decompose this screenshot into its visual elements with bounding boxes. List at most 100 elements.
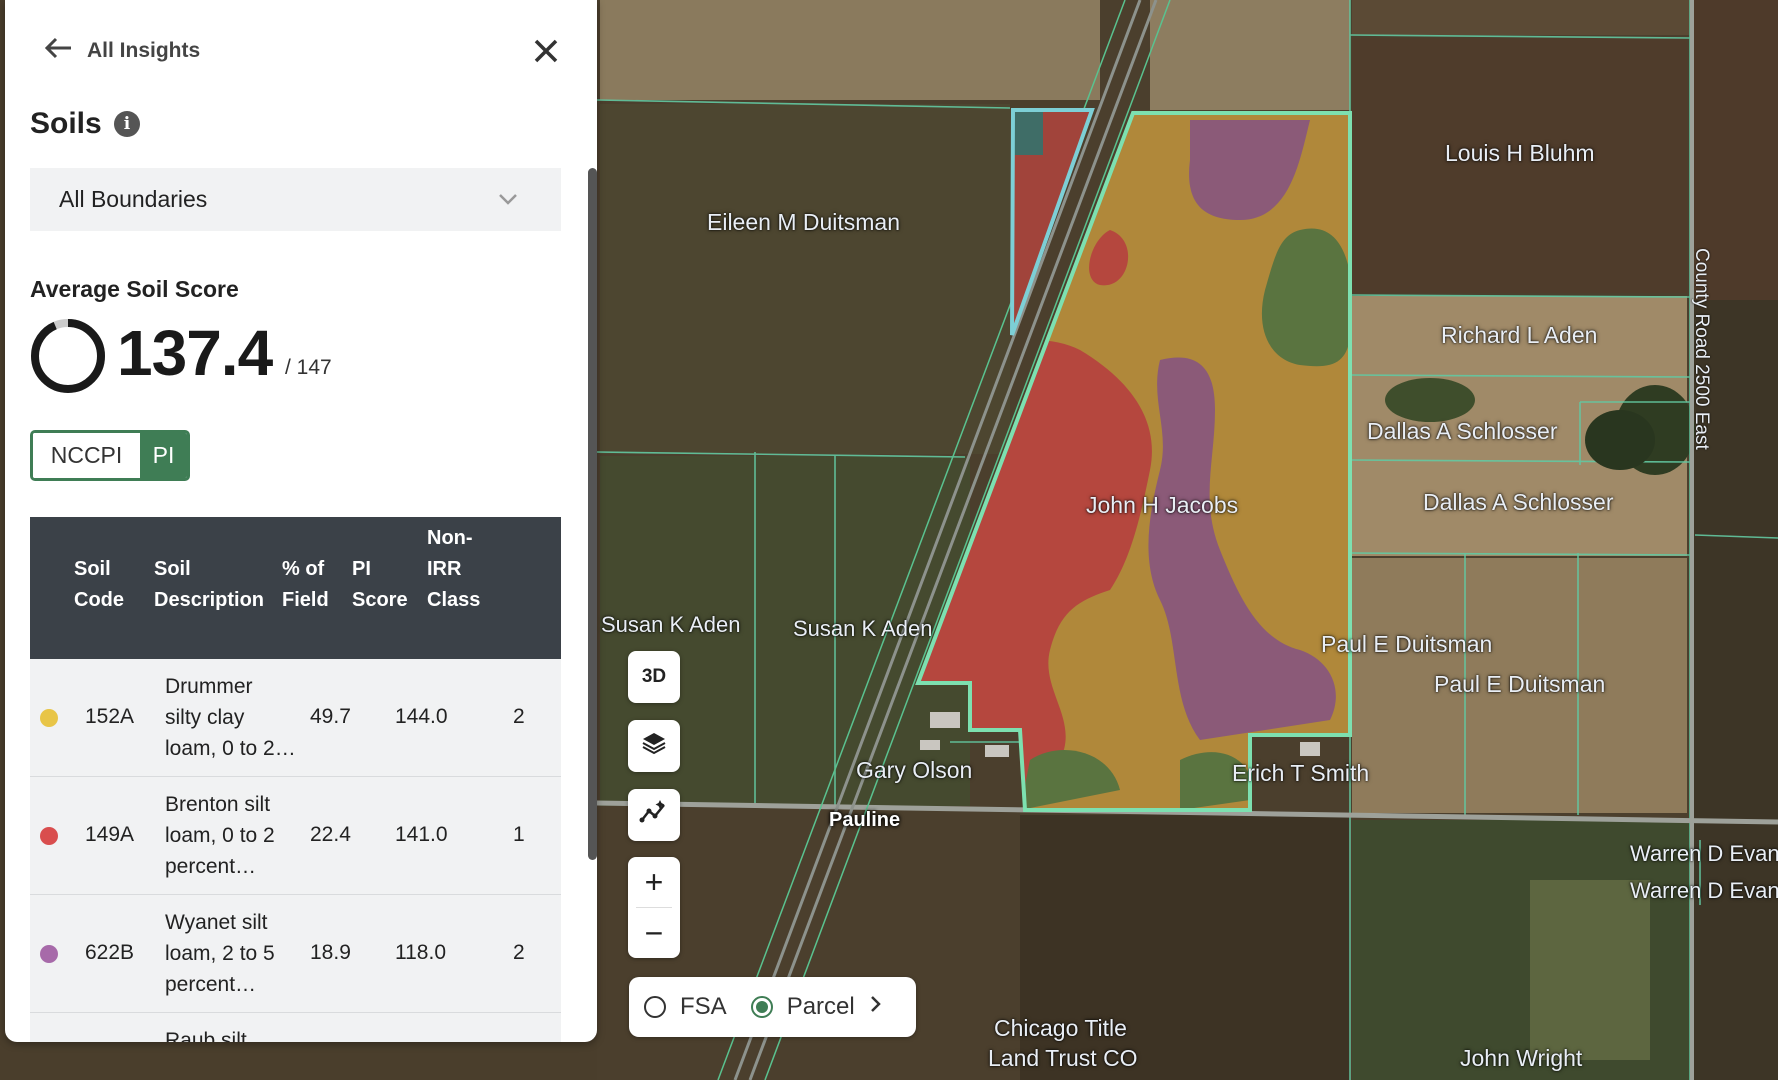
owner-label: Dallas A Schlosser: [1367, 418, 1558, 444]
owner-label: John Wright: [1460, 1045, 1583, 1071]
soil-color-dot: [40, 827, 58, 845]
owner-label: Gary Olson: [856, 757, 973, 783]
fsa-radio[interactable]: [644, 996, 666, 1018]
desc-line: Wyanet silt: [165, 911, 268, 934]
desc-line: Drummer: [165, 675, 253, 698]
soil-code: 622B: [85, 941, 135, 964]
header-line: IRR: [427, 558, 462, 580]
header-line: % of: [282, 558, 325, 580]
insights-panel: All Insights Soils i All Boundaries Aver…: [5, 0, 597, 1042]
zoom-in-button[interactable]: +: [628, 857, 680, 907]
owner-label: Richard L Aden: [1441, 322, 1598, 348]
index-toggle: NCCPI PI: [30, 430, 190, 481]
parcel-label[interactable]: Parcel: [787, 993, 855, 1021]
close-button[interactable]: [533, 38, 559, 69]
owner-label: Dallas A Schlosser: [1423, 489, 1614, 515]
nccpi-option[interactable]: NCCPI: [33, 433, 140, 478]
header-line: Soil: [154, 558, 191, 580]
soil-color-dot: [40, 945, 58, 963]
non-irr-class: 2: [513, 941, 525, 964]
table-row[interactable]: Raub silt: [30, 1013, 561, 1042]
non-irr-class: 1: [513, 823, 525, 846]
pi-score: 141.0: [395, 823, 448, 846]
percent-of-field: 22.4: [310, 823, 351, 846]
zoom-out-button[interactable]: −: [628, 908, 680, 958]
owner-label: Eileen M Duitsman: [707, 209, 901, 235]
close-icon: [533, 39, 559, 68]
boundary-select-value: All Boundaries: [59, 186, 208, 212]
header-pi-score[interactable]: PI Score: [352, 554, 408, 616]
table-row[interactable]: 622B Wyanet silt loam, 2 to 5 percent… 1…: [30, 895, 561, 1013]
non-irr-class: 2: [513, 705, 525, 728]
soil-description: Brenton silt loam, 0 to 2 percent…: [165, 789, 305, 882]
header-line: Soil: [74, 558, 111, 580]
avg-score-value: 137.4: [117, 317, 273, 389]
owner-label: Susan K Aden: [601, 612, 741, 637]
soil-code: 149A: [85, 823, 135, 846]
chevron-right-icon[interactable]: [869, 993, 883, 1021]
sparkle-chart-icon: [639, 798, 669, 832]
arrow-left-icon: [43, 36, 87, 66]
soil-code: 152A: [85, 705, 135, 728]
desc-line: Brenton silt: [165, 793, 271, 816]
analytics-button[interactable]: [628, 789, 680, 841]
fsa-label[interactable]: FSA: [680, 993, 727, 1021]
back-to-insights-link[interactable]: All Insights: [43, 36, 200, 66]
zoom-control: + −: [628, 857, 680, 958]
desc-line: loam, 0 to 2…: [165, 737, 296, 760]
panel-scrollbar[interactable]: [588, 168, 597, 860]
header-line: PI: [352, 558, 371, 580]
town-label: Pauline: [829, 809, 901, 831]
layers-button[interactable]: [628, 720, 680, 772]
pi-score: 144.0: [395, 705, 448, 728]
soil-description: Drummer silty clay loam, 0 to 2…: [165, 671, 305, 764]
owner-label: Paul E Duitsman: [1321, 631, 1493, 657]
header-soil-description[interactable]: Soil Description: [154, 554, 264, 616]
header-line: Non-: [427, 527, 473, 549]
header-soil-code[interactable]: Soil Code: [74, 554, 124, 616]
owner-label: Warren D Evan: [1630, 841, 1778, 866]
road-label: County Road 2500 East: [1691, 248, 1712, 450]
desc-line: loam, 2 to 5: [165, 942, 275, 965]
owner-label: Warren D Evan: [1630, 878, 1778, 903]
percent-of-field: 18.9: [310, 941, 351, 964]
boundary-type-toggle: FSA Parcel: [629, 977, 916, 1037]
header-line: Field: [282, 589, 329, 611]
header-line: Code: [74, 589, 124, 611]
header-percent-field[interactable]: % of Field: [282, 554, 329, 616]
score-max: / 147: [285, 356, 332, 379]
owner-label: Paul E Duitsman: [1434, 671, 1606, 697]
pi-option[interactable]: PI: [140, 433, 187, 478]
boundary-select[interactable]: All Boundaries: [30, 168, 561, 231]
percent-of-field: 49.7: [310, 705, 351, 728]
parcel-radio[interactable]: [750, 996, 773, 1018]
owner-label: Susan K Aden: [793, 616, 933, 641]
panel-title: Soils: [30, 107, 102, 140]
header-non-irr-class[interactable]: Non- IRR Class: [427, 523, 480, 616]
header-line: Class: [427, 589, 481, 611]
layers-icon: [640, 729, 668, 763]
soil-description: Wyanet silt loam, 2 to 5 percent…: [165, 907, 305, 1000]
info-icon[interactable]: i: [114, 111, 140, 137]
header-line: Description: [154, 589, 265, 611]
owner-label: Erich T Smith: [1232, 760, 1370, 786]
back-label: All Insights: [87, 39, 201, 62]
owner-label: Land Trust CO: [988, 1045, 1138, 1071]
pi-score: 118.0: [395, 941, 446, 964]
3d-label: 3D: [641, 666, 667, 687]
score-ring: [30, 318, 106, 399]
3d-view-button[interactable]: 3D: [628, 651, 680, 703]
header-line: Score: [352, 589, 408, 611]
desc-line: silty clay: [165, 706, 245, 729]
avg-score-label: Average Soil Score: [30, 276, 239, 302]
soil-color-dot: [40, 709, 58, 727]
owner-label: Louis H Bluhm: [1445, 140, 1595, 166]
table-row[interactable]: 149A Brenton silt loam, 0 to 2 percent… …: [30, 777, 561, 895]
soil-description: Raub silt: [165, 1025, 305, 1042]
desc-line: percent…: [165, 855, 257, 878]
desc-line: loam, 0 to 2: [165, 824, 275, 847]
soils-table: Soil Code Soil Description % of Field PI…: [30, 517, 561, 1042]
owner-label: John H Jacobs: [1086, 492, 1239, 518]
table-row[interactable]: 152A Drummer silty clay loam, 0 to 2… 49…: [30, 659, 561, 777]
table-header: Soil Code Soil Description % of Field PI…: [30, 517, 561, 659]
